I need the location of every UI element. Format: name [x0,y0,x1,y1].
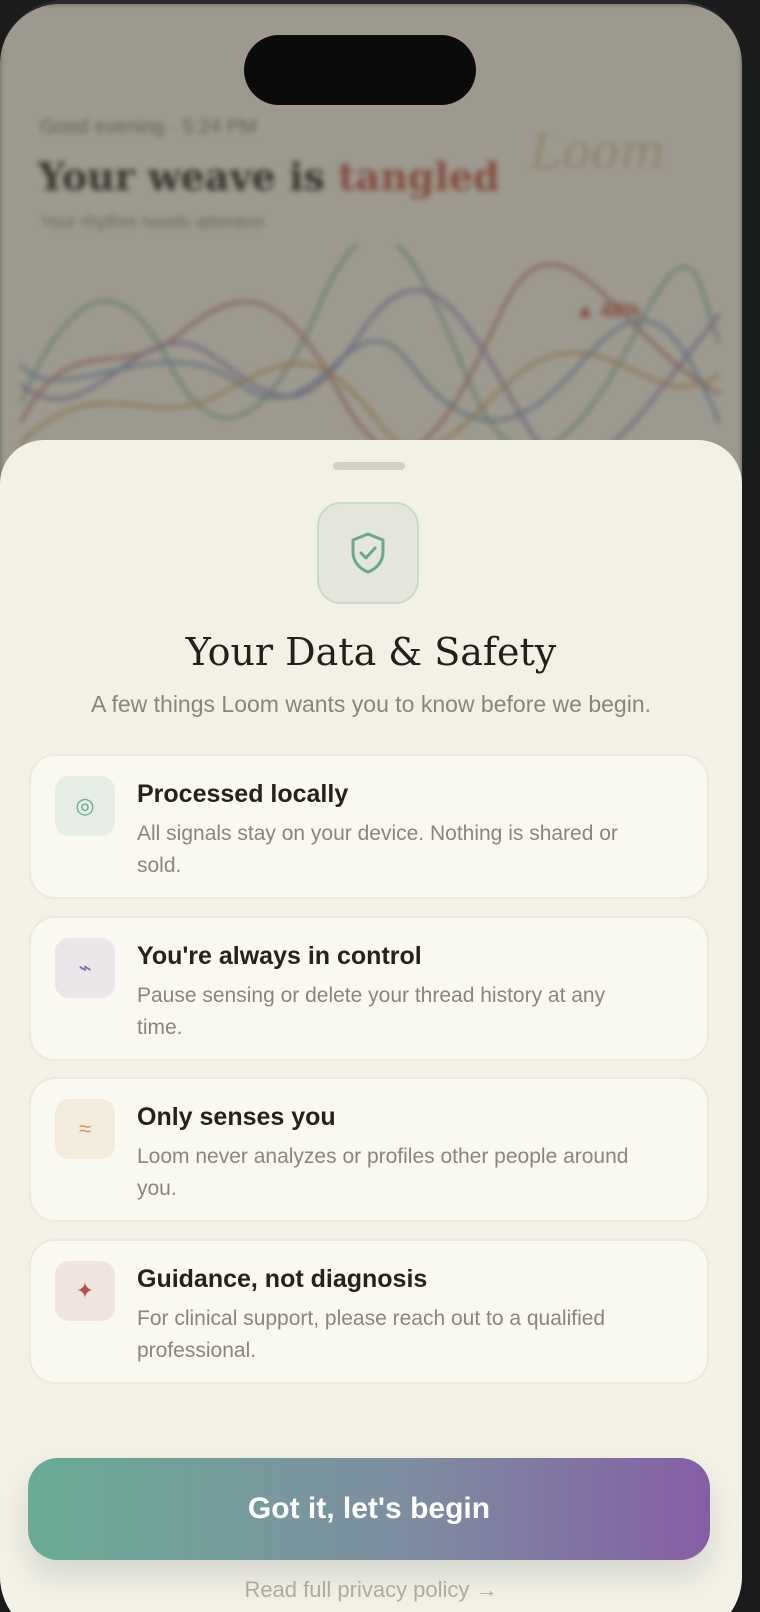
card-title: Processed locally [137,780,349,808]
card-description: For clinical support, please reach out t… [137,1307,606,1362]
card-description: All signals stay on your device. Nothing… [137,822,618,877]
card-title: You're always in control [137,942,422,970]
card-title: Only senses you [137,1103,336,1131]
sheet-grabber[interactable] [333,462,405,470]
safety-sheet: Your Data & Safety A few things Loom wan… [0,440,742,1612]
card-description: Pause sensing or delete your thread hist… [137,984,606,1039]
card-description: Loom never analyzes or profiles other pe… [137,1145,629,1200]
info-card-only-senses-you: ≈ Only senses you Loom never analyzes or… [29,1077,709,1222]
phone-frame: Good evening · 5:24 PM Your weave is tan… [0,0,742,1612]
shield-icon-container [317,502,419,604]
info-card-guidance: ✦ Guidance, not diagnosis For clinical s… [29,1239,709,1384]
card-title: Guidance, not diagnosis [137,1265,428,1293]
sheet-subtitle: A few things Loom wants you to know befo… [91,691,651,717]
sheet-title: Your Data & Safety [185,630,557,674]
screen: Good evening · 5:24 PM Your weave is tan… [0,4,742,1612]
concentric-circle-icon: ◎ [55,776,115,836]
waves-icon: ≈ [55,1099,115,1159]
shield-check-icon [351,532,385,574]
dynamic-island [244,35,476,105]
privacy-policy-link[interactable]: Read full privacy policy → [0,1577,742,1603]
sparkle-icon: ✦ [55,1261,115,1321]
info-card-control: ⌁ You're always in control Pause sensing… [29,916,709,1061]
lightning-icon: ⌁ [55,938,115,998]
info-card-processed-locally: ◎ Processed locally All signals stay on … [29,754,709,899]
got-it-button[interactable]: Got it, let's begin [28,1458,710,1560]
